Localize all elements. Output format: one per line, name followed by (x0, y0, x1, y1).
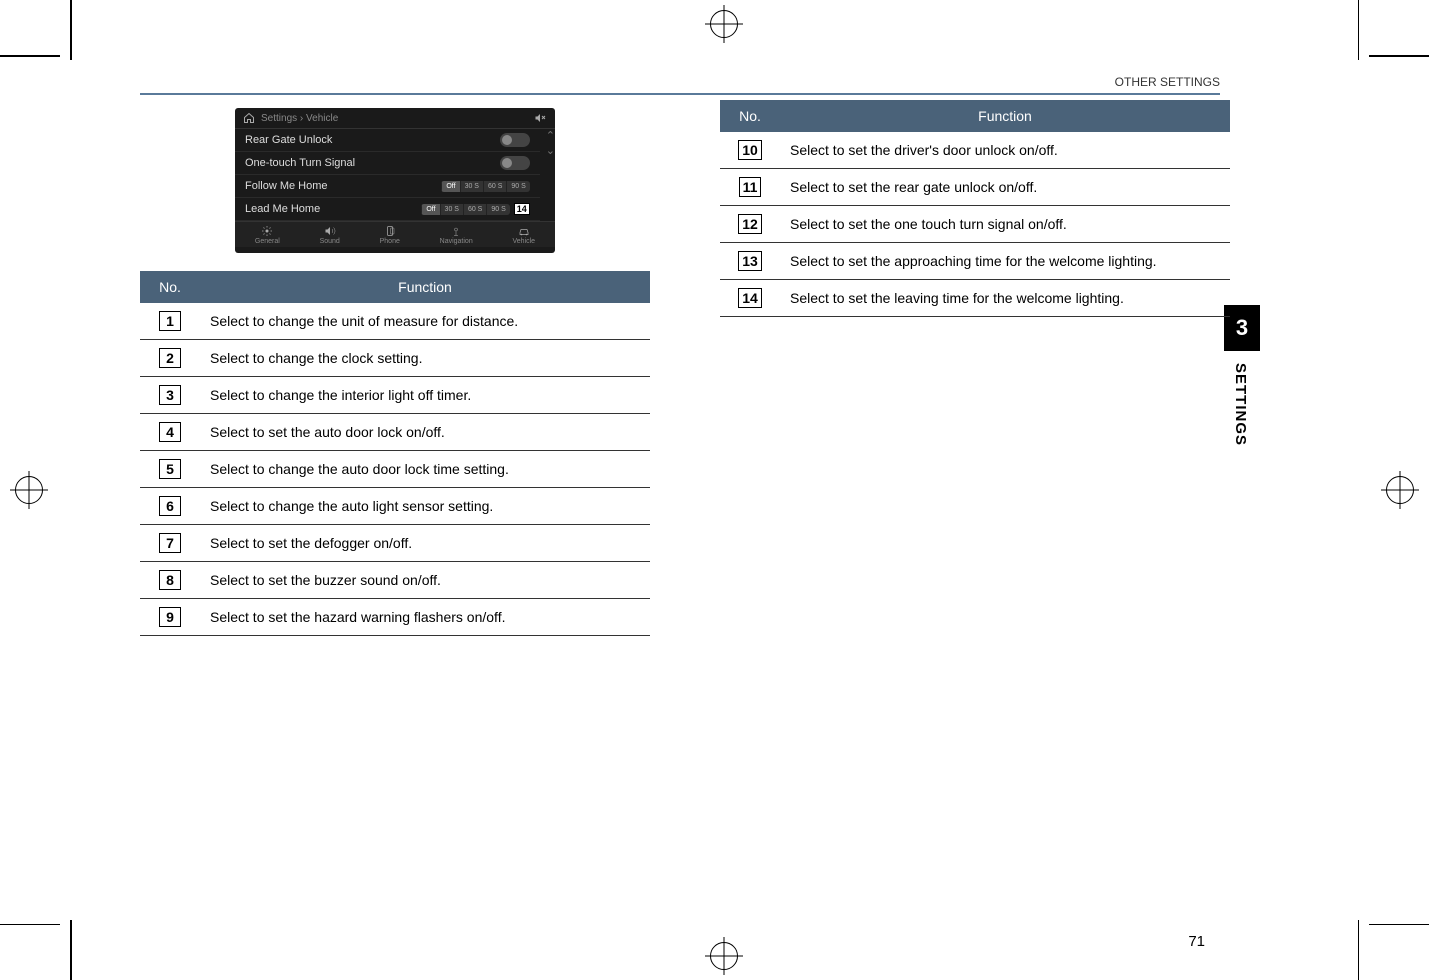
function-table-left: No. Function 1 Select to change the unit … (140, 271, 650, 636)
row-number: 10 (738, 140, 762, 160)
scroll-chevrons[interactable]: ⌃⌄ (540, 129, 555, 221)
bottom-tab-label: General (255, 238, 280, 245)
crop-mark (70, 920, 72, 980)
settings-row-label: Follow Me Home (245, 180, 328, 192)
row-function-text: Select to change the clock setting. (200, 340, 650, 377)
table-header-no: No. (720, 100, 780, 132)
chevron-up-icon: ⌃ (546, 129, 555, 142)
bottom-tab-sound[interactable]: Sound (320, 225, 340, 245)
row-function-text: Select to set the one touch turn signal … (780, 206, 1230, 243)
table-row: 3 Select to change the interior light off… (140, 377, 650, 414)
row-number: 14 (738, 288, 762, 308)
bottom-tab-navigation[interactable]: Navigation (440, 225, 473, 245)
row-number: 1 (159, 311, 181, 331)
settings-row-label: One-touch Turn Signal (245, 157, 355, 169)
bottom-tab-label: Vehicle (513, 238, 536, 245)
row-number: 12 (738, 214, 762, 234)
settings-row: One-touch Turn Signal (235, 152, 540, 175)
table-header-function: Function (780, 100, 1230, 132)
crop-mark (1358, 920, 1360, 980)
settings-row: Rear Gate Unlock (235, 129, 540, 152)
registration-mark-icon (1386, 476, 1414, 504)
crop-mark (0, 55, 60, 57)
row-function-text: Select to set the hazard warning flasher… (200, 599, 650, 636)
bottom-tab-vehicle[interactable]: Vehicle (513, 225, 536, 245)
crop-mark (0, 924, 60, 926)
mute-icon (533, 112, 547, 124)
home-icon (243, 112, 255, 124)
table-row: 4 Select to set the auto door lock on/off… (140, 414, 650, 451)
table-header-function: Function (200, 271, 650, 303)
crop-mark (1369, 55, 1429, 57)
section-title: OTHER SETTINGS (1115, 75, 1220, 89)
table-row: 7 Select to set the defogger on/off. (140, 525, 650, 562)
bottom-tab-general[interactable]: General (255, 225, 280, 245)
table-row: 13 Select to set the approaching time for… (720, 243, 1230, 280)
row-function-text: Select to set the driver's door unlock o… (780, 132, 1230, 169)
row-function-text: Select to set the auto door lock on/off. (200, 414, 650, 451)
row-function-text: Select to change the auto light sensor s… (200, 488, 650, 525)
row-number: 6 (159, 496, 181, 516)
table-header-no: No. (140, 271, 200, 303)
row-number: 3 (159, 385, 181, 405)
breadcrumb: Settings › Vehicle (261, 113, 338, 124)
row-function-text: Select to set the approaching time for t… (780, 243, 1230, 280)
settings-row: Follow Me Home Off30 S60 S90 S (235, 175, 540, 198)
table-row: 9 Select to set the hazard warning flashe… (140, 599, 650, 636)
crop-mark (1358, 0, 1360, 60)
row-function-text: Select to change the unit of measure for… (200, 303, 650, 340)
page-header: OTHER SETTINGS (140, 75, 1220, 95)
row-function-text: Select to set the defogger on/off. (200, 525, 650, 562)
row-number: 7 (159, 533, 181, 553)
bottom-tab-label: Sound (320, 238, 340, 245)
table-row: 2 Select to change the clock setting. (140, 340, 650, 377)
settings-row-label: Lead Me Home (245, 203, 320, 215)
settings-row: Lead Me Home Off30 S60 S90 S 14 (235, 198, 540, 221)
crop-mark (70, 0, 72, 60)
crop-mark (1369, 924, 1429, 926)
toggle-switch[interactable] (500, 133, 530, 147)
page-number: 71 (1188, 933, 1205, 950)
table-row: 14 Select to set the leaving time for the… (720, 280, 1230, 317)
function-table-right: No. Function 10 Select to set the driver'… (720, 100, 1230, 317)
table-row: 8 Select to set the buzzer sound on/off. (140, 562, 650, 599)
callout-number: 14 (514, 203, 530, 215)
bottom-tab-label: Navigation (440, 238, 473, 245)
segment-control[interactable]: Off30 S60 S90 S (441, 181, 529, 192)
table-row: 12 Select to set the one touch turn signa… (720, 206, 1230, 243)
table-row: 6 Select to change the auto light sensor … (140, 488, 650, 525)
settings-screenshot: Settings › Vehicle Rear Gate Unlock One-t… (235, 108, 555, 253)
chevron-down-icon: ⌄ (546, 144, 555, 157)
row-function-text: Select to change the auto door lock time… (200, 451, 650, 488)
row-number: 4 (159, 422, 181, 442)
bottom-tab-label: Phone (380, 238, 400, 245)
row-number: 5 (159, 459, 181, 479)
settings-row-label: Rear Gate Unlock (245, 134, 332, 146)
row-function-text: Select to set the buzzer sound on/off. (200, 562, 650, 599)
row-number: 8 (159, 570, 181, 590)
bottom-tab-phone[interactable]: Phone (380, 225, 400, 245)
table-row: 1 Select to change the unit of measure fo… (140, 303, 650, 340)
table-row: 5 Select to change the auto door lock tim… (140, 451, 650, 488)
table-row: 11 Select to set the rear gate unlock on/… (720, 169, 1230, 206)
table-row: 10 Select to set the driver's door unlock… (720, 132, 1230, 169)
segment-control[interactable]: Off30 S60 S90 S (421, 204, 509, 215)
row-number: 2 (159, 348, 181, 368)
row-function-text: Select to change the interior light off … (200, 377, 650, 414)
row-function-text: Select to set the leaving time for the w… (780, 280, 1230, 317)
row-function-text: Select to set the rear gate unlock on/of… (780, 169, 1230, 206)
row-number: 11 (739, 177, 762, 197)
row-number: 9 (159, 607, 181, 627)
toggle-switch[interactable] (500, 156, 530, 170)
row-number: 13 (738, 251, 762, 271)
registration-mark-icon (15, 476, 43, 504)
